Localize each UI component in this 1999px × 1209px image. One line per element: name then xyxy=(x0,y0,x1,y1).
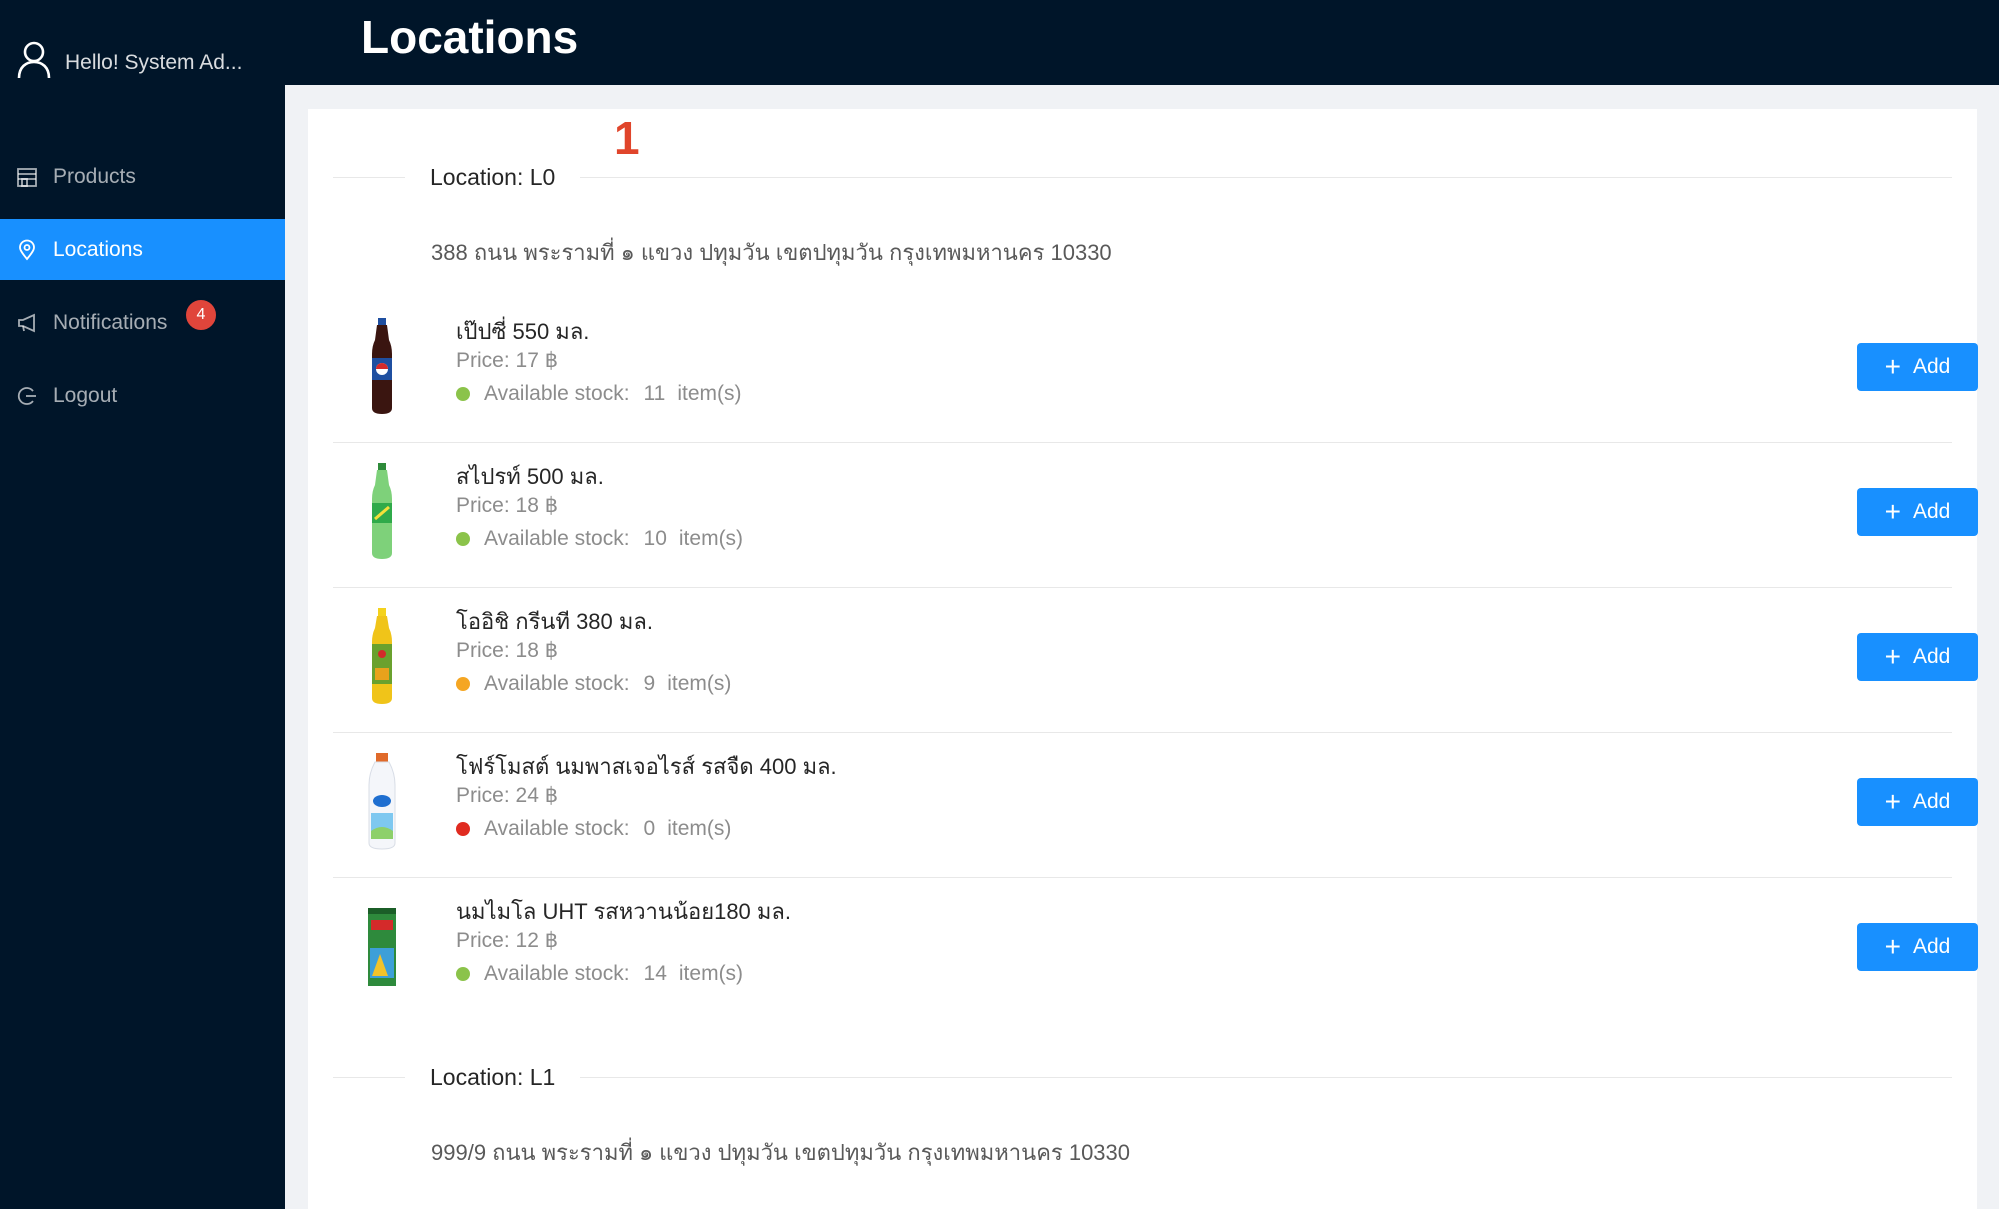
product-row: โออิชิ กรีนที 380 มล. Price: 18 ฿ Availa… xyxy=(333,588,1978,733)
milo-carton-image xyxy=(358,896,406,996)
logout-icon xyxy=(16,385,38,407)
product-name: โฟร์โมสต์ นมพาสเจอไรส์ รสจืด 400 มล. xyxy=(456,754,837,779)
page-title: Locations xyxy=(361,11,579,63)
location-address: 999/9 ถนน พระรามที่ ๑ แขวง ปทุมวัน เขตปท… xyxy=(431,1140,1131,1165)
location-divider: Location: L0 xyxy=(333,160,1952,194)
product-name: นมไมโล UHT รสหวานน้อย180 มล. xyxy=(456,899,791,924)
add-button-label: Add xyxy=(1912,645,1951,668)
megaphone-icon xyxy=(16,312,38,334)
stock-count: 9 xyxy=(643,672,656,695)
product-row: เป๊ปซี่ 550 มล. Price: 17 ฿ Available st… xyxy=(333,298,1978,443)
product-row: โฟร์โมสต์ นมพาสเจอไรส์ รสจืด 400 มล. Pri… xyxy=(333,733,1978,878)
stock-label: Available stock: xyxy=(484,672,630,695)
product-price: Price: 12 ฿ xyxy=(456,929,559,952)
stock-label: Available stock: xyxy=(484,962,630,985)
divider-line xyxy=(580,176,1952,178)
plus-icon: + xyxy=(1884,786,1901,817)
oishi-bottle-image xyxy=(358,606,406,706)
add-button[interactable]: + Add xyxy=(1857,923,1978,971)
top-header: Locations xyxy=(285,0,1999,85)
foremost-milk-bottle-image xyxy=(358,751,406,851)
add-button[interactable]: + Add xyxy=(1857,488,1978,536)
add-button-label: Add xyxy=(1912,935,1951,958)
shop-icon xyxy=(16,166,38,188)
location-title: Location: L0 xyxy=(430,163,556,190)
divider-line xyxy=(333,176,405,178)
notification-count-badge: 4 xyxy=(184,298,218,332)
add-button[interactable]: + Add xyxy=(1857,633,1978,681)
stock-count: 14 xyxy=(643,962,667,985)
stock-status-dot xyxy=(456,967,470,981)
stock-label: Available stock: xyxy=(484,382,630,405)
product-price: Price: 18 ฿ xyxy=(456,639,559,662)
plus-icon: + xyxy=(1884,496,1901,527)
stock-label: Available stock: xyxy=(484,817,630,840)
sprite-bottle-image xyxy=(358,461,406,561)
divider-line xyxy=(333,1076,405,1078)
stock-count: 10 xyxy=(643,527,667,550)
user-icon xyxy=(16,40,52,85)
pepsi-bottle-image xyxy=(358,316,406,416)
sidebar-item-label: Logout xyxy=(53,383,118,407)
product-row: นมไมโล UHT รสหวานน้อย180 มล. Price: 12 ฿… xyxy=(333,878,1978,1023)
sidebar-item-locations[interactable]: Locations xyxy=(0,219,285,280)
sidebar-item-products[interactable]: Products xyxy=(0,146,285,207)
location-divider: Location: L1 xyxy=(333,1060,1952,1094)
stock-status-dot xyxy=(456,677,470,691)
product-name: เป๊ปซี่ 550 มล. xyxy=(456,319,590,344)
add-button[interactable]: + Add xyxy=(1857,778,1978,826)
stock-unit: item(s) xyxy=(667,672,732,695)
divider-line xyxy=(580,1076,1952,1078)
locations-card: 1 Location: L0 388 ถนน พระรามที่ ๑ แขวง … xyxy=(308,109,1978,1209)
plus-icon: + xyxy=(1884,351,1901,382)
location-title: Location: L1 xyxy=(430,1063,556,1090)
add-button-label: Add xyxy=(1912,500,1951,523)
stock-unit: item(s) xyxy=(678,962,744,985)
user-greeting: Hello! System Ad... xyxy=(65,50,243,74)
sidebar-item-label: Locations xyxy=(53,237,143,261)
stock-unit: item(s) xyxy=(678,527,744,550)
add-button-label: Add xyxy=(1912,355,1951,378)
product-stock: Available stock: 11 item(s) xyxy=(456,382,742,406)
plus-icon: + xyxy=(1884,641,1901,672)
user-box: Hello! System Ad... xyxy=(16,40,265,85)
product-price: Price: 24 ฿ xyxy=(456,784,559,807)
location-address: 388 ถนน พระรามที่ ๑ แขวง ปทุมวัน เขตปทุม… xyxy=(431,240,1112,265)
product-stock: Available stock: 14 item(s) xyxy=(456,962,743,986)
sidebar: Hello! System Ad... Products Locations N… xyxy=(0,0,285,1209)
product-stock: Available stock: 9 item(s) xyxy=(456,672,731,696)
stock-count: 0 xyxy=(643,817,656,840)
location-pin-icon xyxy=(16,239,38,261)
stock-unit: item(s) xyxy=(667,817,732,840)
stock-status-dot xyxy=(456,387,470,401)
sidebar-item-label: Notifications xyxy=(53,310,168,334)
add-button[interactable]: + Add xyxy=(1857,343,1978,391)
stock-status-dot xyxy=(456,822,470,836)
stock-label: Available stock: xyxy=(484,527,630,550)
stock-status-dot xyxy=(456,532,470,546)
add-button-label: Add xyxy=(1912,790,1951,813)
stock-unit: item(s) xyxy=(677,382,742,405)
sidebar-item-logout[interactable]: Logout xyxy=(0,365,285,426)
stock-count: 11 xyxy=(643,382,666,405)
product-price: Price: 17 ฿ xyxy=(456,349,559,372)
product-name: สไปรท์ 500 มล. xyxy=(456,464,604,489)
sidebar-item-label: Products xyxy=(53,164,136,188)
plus-icon: + xyxy=(1884,931,1901,962)
product-stock: Available stock: 10 item(s) xyxy=(456,527,743,551)
sidebar-item-notifications[interactable]: Notifications 4 xyxy=(0,292,285,353)
product-price: Price: 18 ฿ xyxy=(456,494,559,517)
step-marker: 1 xyxy=(614,112,640,164)
product-name: โออิชิ กรีนที 380 มล. xyxy=(456,609,653,634)
product-stock: Available stock: 0 item(s) xyxy=(456,817,731,841)
sidebar-menu: Products Locations Notifications 4 Logou… xyxy=(0,146,285,438)
product-row: สไปรท์ 500 มล. Price: 18 ฿ Available sto… xyxy=(333,443,1978,588)
